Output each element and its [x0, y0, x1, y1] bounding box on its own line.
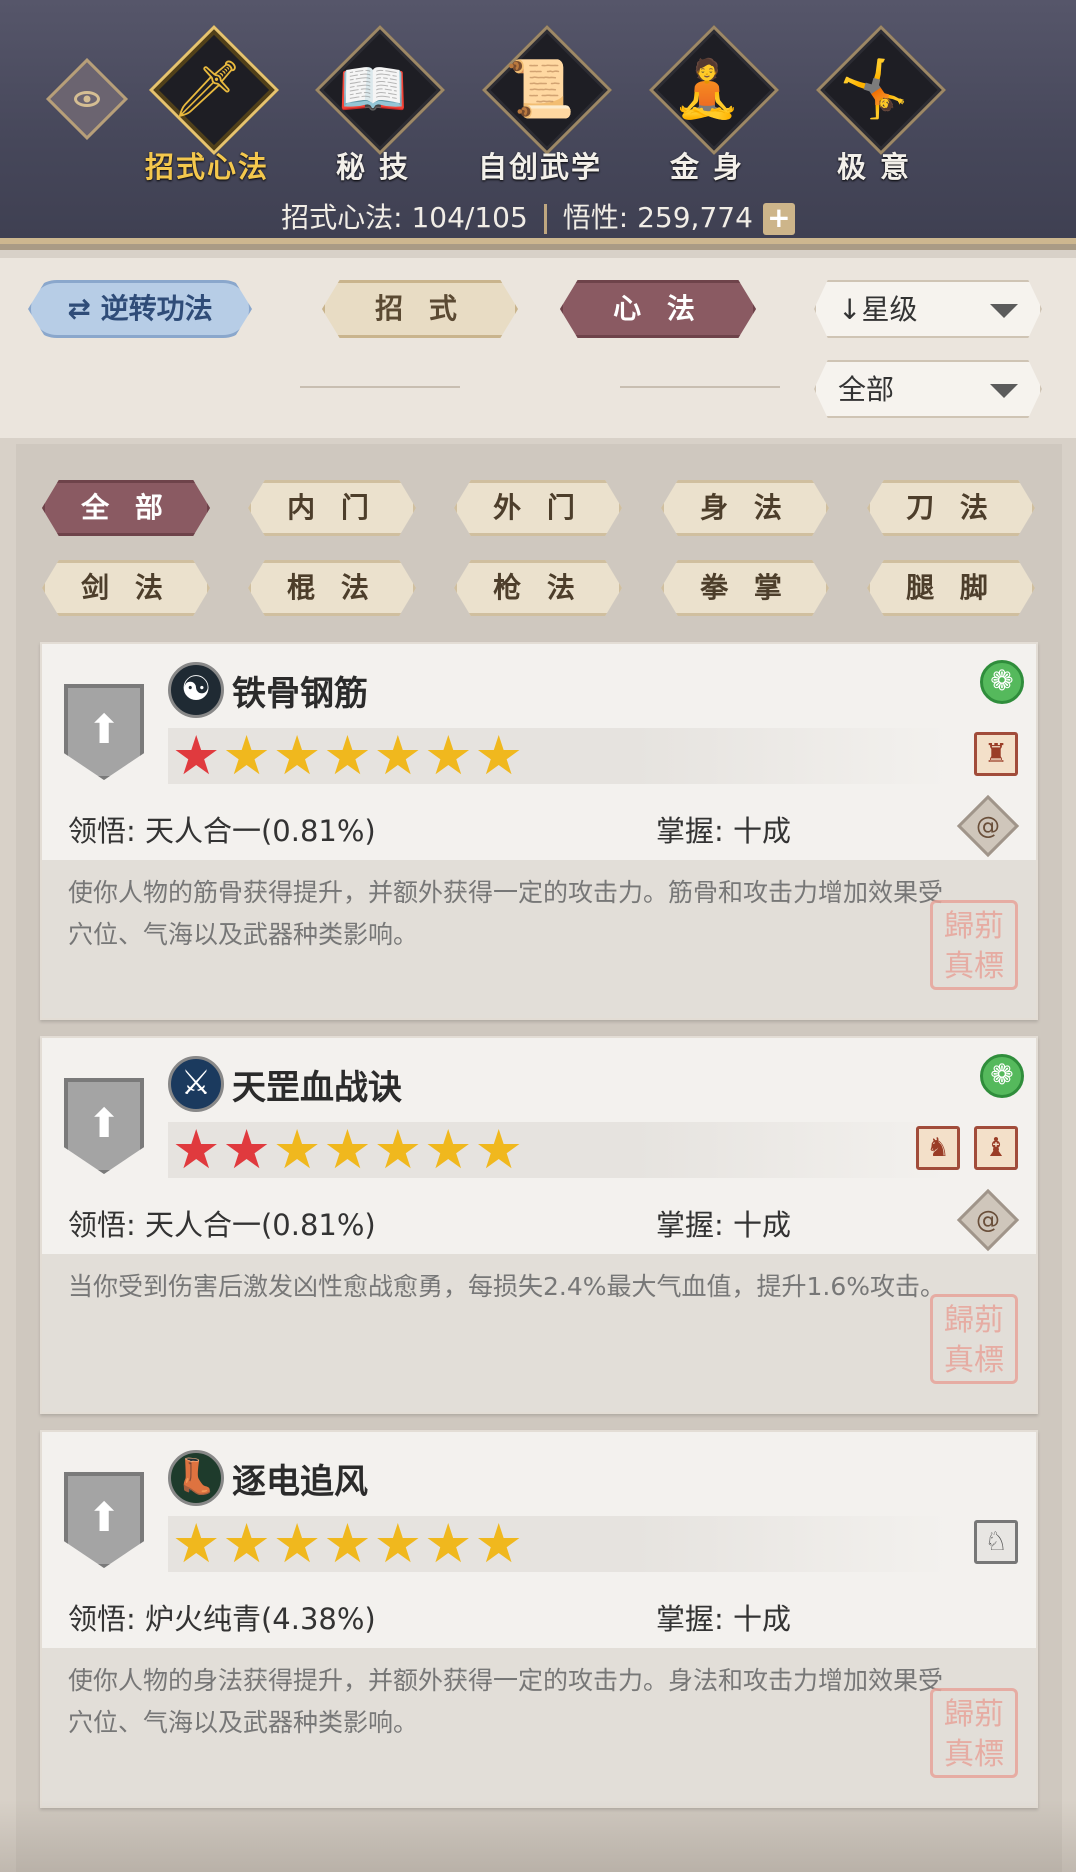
comprehension-text: 领悟: 天人合一(0.81%) [68, 1208, 376, 1242]
category-leg[interactable]: 腿 脚 [867, 560, 1035, 616]
mastery-text: 掌握: 十成 [656, 1602, 791, 1636]
tab-label: 极 意 [836, 150, 912, 184]
figure-badge-icon: ♜ [974, 732, 1018, 776]
filter-dropdown-value: 全部 [838, 373, 895, 406]
category-inner[interactable]: 内 门 [248, 480, 416, 536]
scroll-brush-icon: 📜 [505, 57, 575, 122]
reverse-technique-button[interactable]: ⇄ 逆转功法 [28, 280, 252, 338]
tab-secret-skills[interactable]: 📖 秘 技 [298, 22, 448, 184]
star-rating: ★★★★★★★ [172, 724, 525, 787]
tab-label: 自创武学 [477, 150, 602, 184]
eye-icon[interactable] [45, 57, 129, 141]
category-movement[interactable]: 身 法 [661, 480, 829, 536]
seal-stamp: 歸莂 真標 [930, 1294, 1018, 1384]
comprehension-text: 领悟: 天人合一(0.81%) [68, 814, 376, 848]
tab-self-created[interactable]: 📜 自创武学 [465, 22, 615, 184]
skill-name: 天罡血战诀 [232, 1068, 402, 1108]
category-spear[interactable]: 枪 法 [454, 560, 622, 616]
category-sword[interactable]: 剑 法 [42, 560, 210, 616]
tab-label: 金 身 [669, 150, 745, 184]
skill-card[interactable]: ⬆ ⚔ 天罡血战诀 ★★★★★★★ 领悟: 天人合一(0.81%) 掌握: 十成… [40, 1036, 1038, 1414]
tab-label: 招式心法 [144, 150, 269, 184]
green-swirl-icon: ❁ [980, 1054, 1024, 1098]
control-bar: ⇄ 逆转功法 招 式 心 法 ↓星级 全部 [0, 258, 1076, 438]
skill-description: 使你人物的筋骨获得提升，并额外获得一定的攻击力。筋骨和攻击力增加效果受穴位、气海… [68, 878, 944, 949]
mind-toggle[interactable]: 心 法 [560, 280, 756, 338]
sword-icon: 🗡 [171, 57, 243, 122]
book-icon: 📖 [338, 57, 408, 122]
filter-dropdown[interactable]: 全部 [814, 360, 1042, 418]
skill-name: 铁骨钢筋 [232, 674, 368, 714]
tab-golden-body[interactable]: 🧘 金 身 [632, 22, 782, 184]
stats-bar: 招式心法: 104/105 悟性: 259,774 + [0, 196, 1076, 236]
seal-stamp: 歸莂 真標 [930, 1688, 1018, 1778]
skill-card[interactable]: ⬆ 👢 逐电追风 ★★★★★★★ 领悟: 炉火纯青(4.38%) 掌握: 十成 … [40, 1430, 1038, 1808]
star-rating: ★★★★★★★ [172, 1512, 525, 1575]
category-fist[interactable]: 拳 掌 [661, 560, 829, 616]
green-swirl-icon: ❁ [980, 660, 1024, 704]
sort-dropdown-value: ↓星级 [838, 293, 918, 326]
content-panel: 全 部 内 门 外 门 身 法 刀 法 剑 法 棍 法 枪 法 拳 掌 腿 脚 … [16, 444, 1062, 1872]
skill-card[interactable]: ⬆ ☯ 铁骨钢筋 ★★★★★★★ 领悟: 天人合一(0.81%) 掌握: 十成 … [40, 642, 1038, 1020]
moves-count: 招式心法: 104/105 [281, 201, 528, 234]
moves-toggle[interactable]: 招 式 [322, 280, 518, 338]
blade-slash-icon: ⚔ [168, 1056, 224, 1112]
mastery-text: 掌握: 十成 [656, 814, 791, 848]
meditation-figure-icon: 🧘 [672, 57, 742, 122]
category-blade[interactable]: 刀 法 [867, 480, 1035, 536]
upgrade-shield-icon[interactable]: ⬆ [64, 1472, 144, 1568]
add-insight-button[interactable]: + [762, 203, 795, 235]
tab-moves-mind[interactable]: 🗡 招式心法 [132, 22, 282, 184]
category-outer[interactable]: 外 门 [454, 480, 622, 536]
insight-value: 悟性: 259,774 [562, 201, 753, 234]
category-staff[interactable]: 棍 法 [248, 560, 416, 616]
seal-stamp: 歸莂 真標 [930, 900, 1018, 990]
figure-badge-icon: ♘ [974, 1520, 1018, 1564]
bottom-decoration [0, 1800, 1076, 1872]
top-header: 🗡 招式心法 📖 秘 技 📜 自创武学 🧘 金 身 🤸 极 意 招式心法: 10… [0, 0, 1076, 250]
divider-left [300, 386, 460, 388]
chevron-down-icon [990, 304, 1018, 318]
taiji-icon: ☯ [168, 662, 224, 718]
running-boot-icon: 👢 [168, 1450, 224, 1506]
tab-label: 秘 技 [335, 150, 411, 184]
skill-description: 当你受到伤害后激发凶性愈战愈勇，每损失2.4%最大气血值，提升1.6%攻击。 [68, 1272, 946, 1301]
swirl-gem-icon: @ [956, 794, 1020, 858]
mastery-text: 掌握: 十成 [656, 1208, 791, 1242]
comprehension-text: 领悟: 炉火纯青(4.38%) [68, 1602, 376, 1636]
sort-dropdown[interactable]: ↓星级 [814, 280, 1042, 338]
figure-badge-icon: ♞ [916, 1126, 960, 1170]
upgrade-shield-icon[interactable]: ⬆ [64, 684, 144, 780]
star-rating: ★★★★★★★ [172, 1118, 525, 1181]
figure-badge-icon: ♝ [974, 1126, 1018, 1170]
tab-ultimate-intent[interactable]: 🤸 极 意 [799, 22, 949, 184]
swirl-gem-icon: @ [956, 1188, 1020, 1252]
martial-stance-icon: 🤸 [839, 57, 909, 122]
divider-right [620, 386, 780, 388]
chevron-down-icon [990, 384, 1018, 398]
upgrade-shield-icon[interactable]: ⬆ [64, 1078, 144, 1174]
skill-name: 逐电追风 [232, 1462, 368, 1502]
category-all[interactable]: 全 部 [42, 480, 210, 536]
skill-description: 使你人物的身法获得提升，并额外获得一定的攻击力。身法和攻击力增加效果受穴位、气海… [68, 1666, 944, 1737]
